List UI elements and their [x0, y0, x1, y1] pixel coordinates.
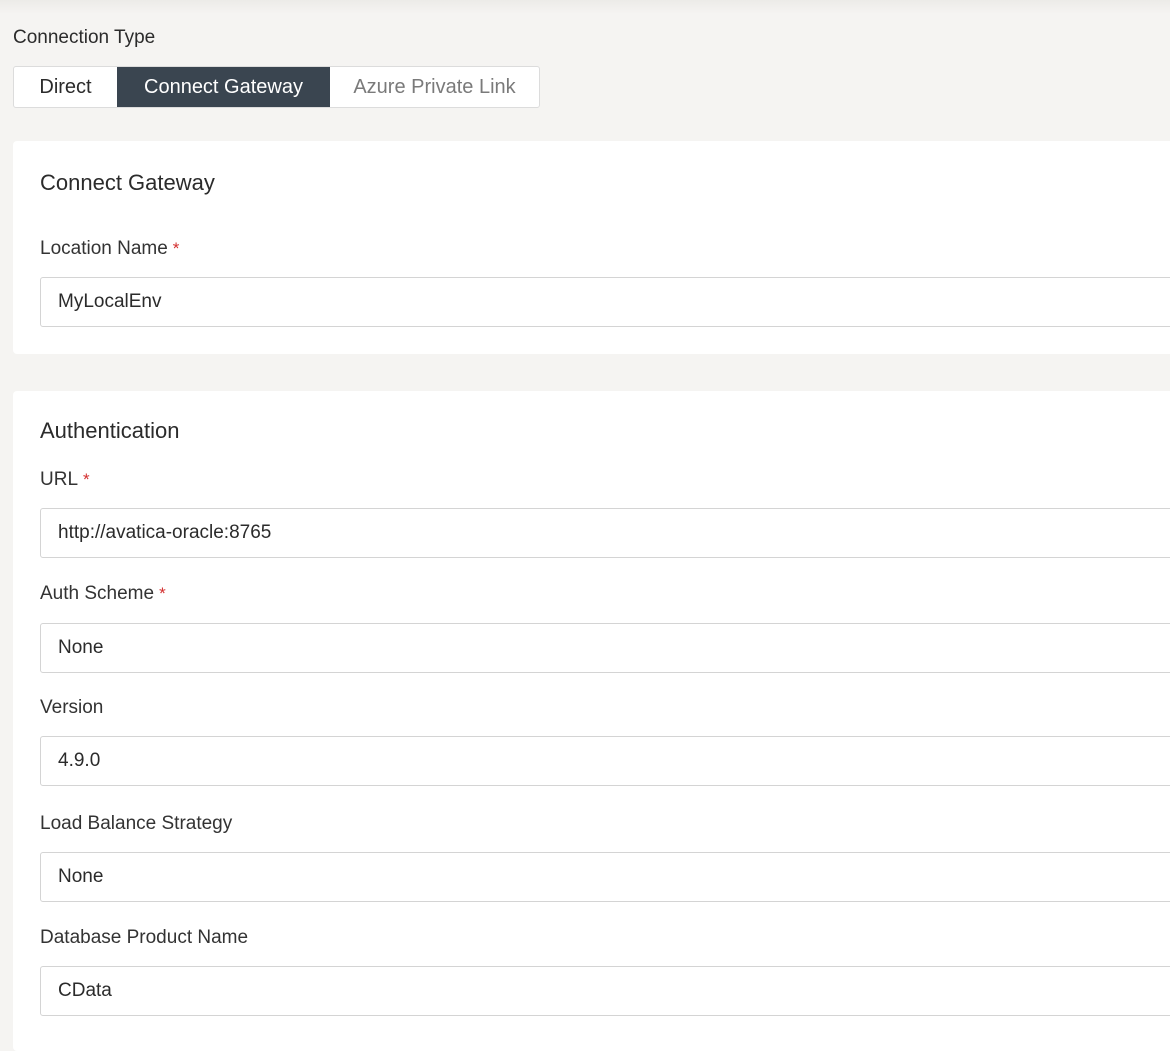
load-balance-strategy-select[interactable]: None [40, 852, 1170, 902]
database-product-name-input[interactable]: CData [40, 966, 1170, 1016]
load-balance-strategy-label: Load Balance Strategy [40, 813, 233, 834]
connection-type-connect-gateway[interactable]: Connect Gateway [117, 67, 330, 107]
url-label-text: URL [40, 469, 79, 490]
url-input[interactable]: http://avatica-oracle:8765 [40, 508, 1170, 558]
connection-type-azure-private-link[interactable]: Azure Private Link [330, 67, 539, 107]
connect-gateway-card: Connect Gateway Location Name * MyLocalEn… [13, 141, 1170, 354]
connection-type-label: Connection Type [13, 27, 156, 48]
auth-scheme-select[interactable]: None [40, 623, 1170, 673]
required-asterisk: * [83, 470, 90, 489]
top-strip [0, 0, 1170, 14]
required-asterisk: * [172, 239, 180, 258]
connect-gateway-title: Connect Gateway [40, 170, 215, 195]
authentication-title: Authentication [40, 418, 180, 443]
auth-scheme-label-text: Auth Scheme [40, 583, 155, 604]
location-name-input[interactable]: MyLocalEnv [40, 277, 1170, 327]
connection-type-selector: Direct Connect Gateway Azure Private Lin… [13, 66, 540, 108]
url-label: URL * [40, 469, 90, 491]
required-asterisk: * [159, 584, 166, 603]
database-product-name-label: Database Product Name [40, 927, 249, 948]
auth-scheme-label: Auth Scheme * [40, 583, 166, 605]
connection-type-direct[interactable]: Direct [14, 67, 117, 107]
version-label: Version [40, 697, 104, 718]
version-input[interactable]: 4.9.0 [40, 736, 1170, 786]
location-name-label: Location Name * [40, 238, 179, 260]
authentication-card: Authentication URL * http://avatica-oracl… [13, 391, 1170, 1051]
location-name-label-text: Location Name [40, 238, 168, 259]
